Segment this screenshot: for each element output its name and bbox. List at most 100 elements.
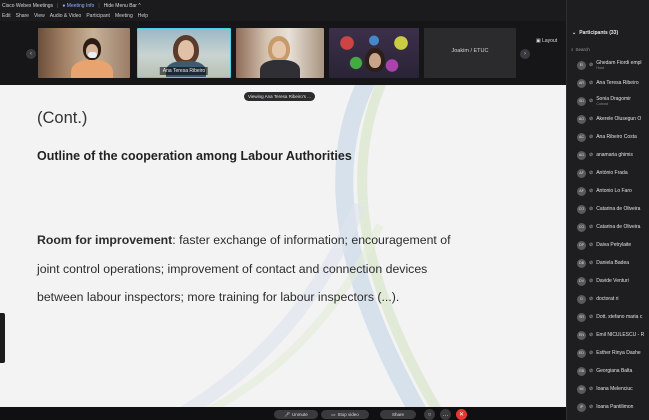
participant-item[interactable]: DB ⊘ Daniela Badea <box>567 254 649 272</box>
slide-body-bold: Room for improvement <box>37 233 173 247</box>
participant-item[interactable]: D ⊘ doctorat ri <box>567 290 649 308</box>
participant-name: Catarina de Oliveira <box>596 224 641 230</box>
menu-participant[interactable]: Participant <box>86 13 110 19</box>
mic-muted-icon[interactable]: ⊘ <box>589 314 593 320</box>
participant-text: doctorat ri <box>596 296 618 302</box>
layout-label: Layout <box>542 38 558 44</box>
participant-item[interactable]: CO ⊘ Catarina de Oliveira <box>567 200 649 218</box>
participant-item[interactable]: AO ⊘ Akerele Olusegun O <box>567 110 649 128</box>
participant-item[interactable]: ED ⊘ Esther Rinya Dashe <box>567 344 649 362</box>
more-options-icon[interactable]: … <box>440 409 451 420</box>
video-tile-3[interactable] <box>236 28 324 78</box>
slide-body-line: Room for improvement: faster exchange of… <box>37 233 451 247</box>
participant-item[interactable]: CO ⊘ Catarina de Oliveira <box>567 218 649 236</box>
participant-item[interactable]: AF ⊘ Antonio Lo Faro <box>567 182 649 200</box>
participant-item[interactable]: SD ⊘ Sonia Dragomir Cohost <box>567 92 649 110</box>
video-tile-active[interactable]: Ana Teresa Ribeiro <box>137 28 231 78</box>
avatar: AR <box>577 78 586 88</box>
mic-muted-icon[interactable]: ⊘ <box>589 332 593 338</box>
participant-text: Sonia Dragomir Cohost <box>596 96 631 107</box>
mic-muted-icon[interactable]: ⊘ <box>589 170 593 176</box>
menu-view[interactable]: View <box>34 13 45 19</box>
avatar: GB <box>577 366 586 376</box>
video-strip: ‹ Ana Teresa Ribeiro Joakim / ETUC › ▣ L… <box>0 21 566 85</box>
participant-item[interactable]: DP ⊘ Daiva Petrylaite <box>567 236 649 254</box>
meeting-info-button[interactable]: ● Meeting Info <box>62 3 94 9</box>
participant-item[interactable]: IP ⊘ Ioana Pantilimon <box>567 398 649 416</box>
participant-item[interactable]: AF ⊘ António Frada <box>567 164 649 182</box>
mic-muted-icon[interactable]: ⊘ <box>589 80 593 86</box>
unmute-button[interactable]: 🎤︎ Unmute <box>274 410 318 419</box>
participant-item[interactable]: AC ⊘ Ana Ribeiro Costa <box>567 128 649 146</box>
participant-face <box>369 53 381 68</box>
menu-audio-video[interactable]: Audio & Video <box>50 13 82 19</box>
slide-body-line: joint control operations; improvement of… <box>37 262 428 276</box>
menu-share[interactable]: Share <box>16 13 29 19</box>
stop-video-button[interactable]: ▭ Stop video <box>321 410 369 419</box>
mic-muted-icon[interactable]: ⊘ <box>589 62 593 68</box>
video-tile-5[interactable]: Joakim / ETUC <box>424 28 516 78</box>
mic-muted-icon[interactable]: ⊘ <box>589 404 593 410</box>
layout-icon: ▣ <box>536 38 541 44</box>
participant-item[interactable]: SR ⊘ Dott. stefano maria c <box>567 308 649 326</box>
avatar: DB <box>577 258 586 268</box>
video-tile-4[interactable] <box>329 28 419 78</box>
participant-text: Catarina de Oliveira <box>596 224 640 230</box>
video-tile-1[interactable] <box>38 28 130 78</box>
slide-side-handle[interactable] <box>0 313 5 363</box>
participant-face <box>178 40 194 60</box>
mic-muted-icon[interactable]: ⊘ <box>589 278 593 284</box>
mic-muted-icon[interactable]: ⊘ <box>589 386 593 392</box>
participant-search-input[interactable]: ⌕ Search <box>571 46 648 53</box>
mic-icon: 🎤︎ <box>284 411 290 417</box>
mic-muted-icon[interactable]: ⊘ <box>589 98 593 104</box>
participants-header[interactable]: ⌄ Participants (33) <box>567 26 649 40</box>
mic-muted-icon[interactable]: ⊘ <box>589 260 593 266</box>
mic-muted-icon[interactable]: ⊘ <box>589 152 593 158</box>
mic-muted-icon[interactable]: ⊘ <box>589 116 593 122</box>
participant-item[interactable]: EI ⊘ Ghedam Fiordi empl Host <box>567 56 649 74</box>
avatar: ED <box>577 348 586 358</box>
participant-text: anamaria ghimis <box>596 152 633 158</box>
mic-muted-icon[interactable]: ⊘ <box>589 134 593 140</box>
share-button[interactable]: Share <box>380 410 416 419</box>
participant-item[interactable]: AR ⊘ Ana Teresa Ribeiro <box>567 74 649 92</box>
layout-button[interactable]: ▣ Layout <box>536 38 557 44</box>
mic-muted-icon[interactable]: ⊘ <box>589 350 593 356</box>
participant-name: Ana Teresa Ribeiro <box>596 80 639 86</box>
participant-text: Daniela Badea <box>596 260 629 266</box>
participant-item[interactable]: DV ⊘ Davide Venturi <box>567 272 649 290</box>
avatar: DV <box>577 276 586 286</box>
mic-muted-icon[interactable]: ⊘ <box>589 242 593 248</box>
prev-video-arrow-icon[interactable]: ‹ <box>26 49 36 59</box>
participant-text: Ioana Melenciuc <box>596 386 632 392</box>
participant-text: Daiva Petrylaite <box>596 242 631 248</box>
participant-name: Ioana Melenciuc <box>596 386 633 392</box>
leave-meeting-icon[interactable]: ✕ <box>456 409 467 420</box>
participant-name: anamaria ghimis <box>596 152 633 158</box>
title-bar: Cisco Webex Meetings | ● Meeting Info | … <box>0 0 566 11</box>
participant-item[interactable]: GB ⊘ Georgiana Balta <box>567 362 649 380</box>
mic-muted-icon[interactable]: ⊘ <box>589 188 593 194</box>
slide-body-line: between labour inspectors; more training… <box>37 290 400 304</box>
menu-help[interactable]: Help <box>138 13 148 19</box>
participant-role: Cohost <box>596 101 609 106</box>
avatar: IM <box>577 384 586 394</box>
mic-muted-icon[interactable]: ⊘ <box>589 296 593 302</box>
shared-content: (Cont.) Outline of the cooperation among… <box>0 85 566 407</box>
mic-muted-icon[interactable]: ⊘ <box>589 224 593 230</box>
next-video-arrow-icon[interactable]: › <box>520 49 530 59</box>
menu-meeting[interactable]: Meeting <box>115 13 133 19</box>
hide-menu-bar-button[interactable]: Hide Menu Bar ^ <box>104 3 141 9</box>
mic-muted-icon[interactable]: ⊘ <box>589 206 593 212</box>
participant-text: Esther Rinya Dashe <box>596 350 640 356</box>
menu-edit[interactable]: Edit <box>2 13 11 19</box>
participant-item[interactable]: EN ⊘ Emil NICULESCU - R <box>567 326 649 344</box>
participant-item[interactable]: AG ⊘ anamaria ghimis <box>567 146 649 164</box>
mic-muted-icon[interactable]: ⊘ <box>589 368 593 374</box>
participant-item[interactable]: JE⊘Joakim / ETUC <box>567 416 649 420</box>
viewing-badge[interactable]: Viewing Ana Teresa Ribeiro's ... <box>244 92 315 101</box>
record-icon[interactable]: ○ <box>424 409 435 420</box>
app-title: Cisco Webex Meetings <box>2 2 54 9</box>
participant-item[interactable]: IM ⊘ Ioana Melenciuc <box>567 380 649 398</box>
